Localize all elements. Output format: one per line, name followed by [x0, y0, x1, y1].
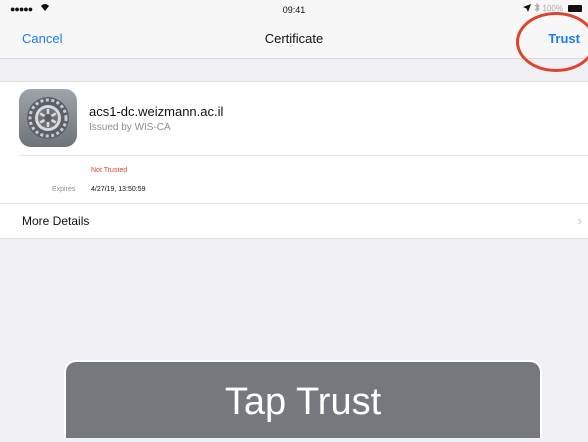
divider: [20, 155, 588, 156]
nav-title: Certificate: [264, 31, 324, 46]
battery-icon: [568, 5, 582, 12]
status-bar: ●●●●● 09:41 100%: [0, 0, 588, 20]
location-icon: [522, 3, 531, 14]
expires-label: Expires: [52, 186, 76, 193]
expires-value: 4/27/19, 13:50:59: [91, 186, 146, 193]
trust-status-label: Not Trusted: [91, 167, 128, 174]
status-time: 09:41: [282, 5, 306, 15]
certificate-issuer: Issued by WIS-CA: [89, 122, 171, 133]
chevron-right-icon: ›: [577, 213, 582, 228]
more-details-row[interactable]: More Details ›: [0, 204, 588, 238]
battery-percent: 100%: [542, 4, 563, 13]
status-right: 100%: [522, 2, 582, 14]
certificate-card: acs1-dc.weizmann.ac.il Issued by WIS-CA …: [0, 81, 588, 239]
trust-button[interactable]: Trust: [548, 31, 580, 46]
nav-bar: Cancel Certificate Trust: [0, 20, 588, 59]
certificate-name: acs1-dc.weizmann.ac.il: [89, 104, 224, 119]
more-details-label: More Details: [22, 214, 90, 228]
settings-gear-icon: [19, 89, 77, 147]
instruction-caption: Tap Trust: [64, 360, 542, 438]
bluetooth-icon: [534, 2, 540, 14]
